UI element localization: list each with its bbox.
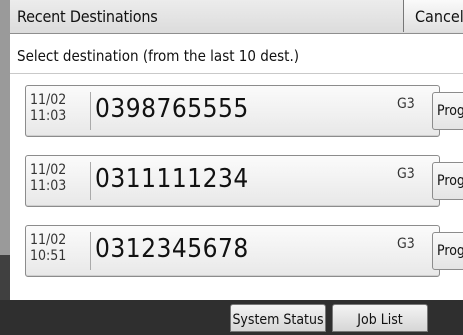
left-edge-bar-upper <box>0 0 10 255</box>
destination-row[interactable]: 11/02 10:51 0312345678 G3 <box>25 225 440 277</box>
program-button[interactable]: Prog. <box>432 232 463 270</box>
program-button[interactable]: Prog. <box>432 92 463 130</box>
destination-number: 0311111234 <box>95 164 249 194</box>
row-divider <box>90 92 91 130</box>
destination-date: 11/02 <box>30 162 67 178</box>
transmission-mode: G3 <box>397 166 415 182</box>
row-divider <box>90 162 91 200</box>
destination-date: 11/02 <box>30 232 67 248</box>
transmission-mode: G3 <box>397 236 415 252</box>
destination-time: 11:03 <box>30 108 67 124</box>
recent-destinations-panel: Recent Destinations Select destination (… <box>10 0 463 300</box>
transmission-mode: G3 <box>397 96 415 112</box>
destination-row[interactable]: 11/02 11:03 0398765555 G3 <box>25 85 440 137</box>
destination-datetime: 11/02 11:03 <box>30 162 66 194</box>
destination-row[interactable]: 11/02 11:03 0311111234 G3 <box>25 155 440 207</box>
system-status-button[interactable]: System Status <box>230 304 326 332</box>
destination-datetime: 11/02 10:51 <box>30 232 66 264</box>
panel-header: Recent Destinations <box>10 0 463 34</box>
destination-datetime: 11/02 11:03 <box>30 92 66 124</box>
destination-number: 0398765555 <box>95 94 249 124</box>
header-divider <box>10 73 463 74</box>
destination-time: 11:03 <box>30 178 67 194</box>
left-edge-bar <box>0 0 10 300</box>
left-edge-bar-lower <box>0 255 10 300</box>
job-list-button[interactable]: Job List <box>332 304 428 332</box>
cancel-button[interactable]: Cancel <box>403 0 463 32</box>
instruction-text: Select destination (from the last 10 des… <box>17 47 299 65</box>
program-button[interactable]: Prog. <box>432 162 463 200</box>
panel-title: Recent Destinations <box>17 7 158 26</box>
destination-time: 10:51 <box>30 248 67 264</box>
row-divider <box>90 232 91 270</box>
destination-number: 0312345678 <box>95 234 249 264</box>
destination-date: 11/02 <box>30 92 67 108</box>
